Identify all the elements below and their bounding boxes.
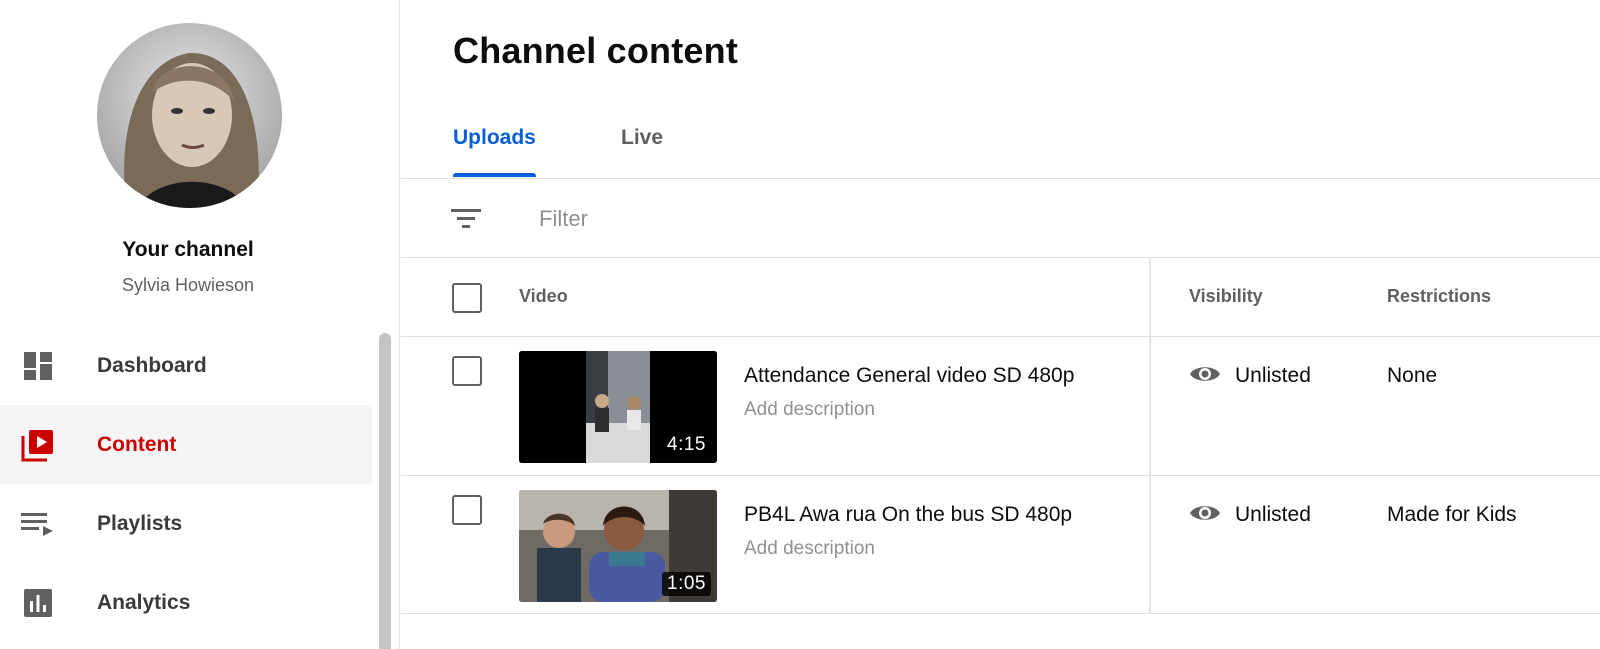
analytics-icon <box>20 585 56 621</box>
divider <box>401 178 1600 179</box>
sidebar: Your channel Sylvia Howieson Dashboard C… <box>0 0 400 649</box>
tab-live[interactable]: Live <box>621 126 663 150</box>
channel-title: Your channel <box>122 238 254 261</box>
playlists-icon <box>20 506 56 542</box>
video-description[interactable]: Add description <box>744 399 875 421</box>
divider <box>401 613 1600 614</box>
column-header-video[interactable]: Video <box>519 286 568 307</box>
divider <box>401 257 1600 258</box>
sidebar-item-label: Playlists <box>97 511 183 535</box>
sidebar-item-content[interactable]: Content <box>0 405 372 484</box>
divider <box>401 475 1600 476</box>
sidebar-item-label: Dashboard <box>97 353 207 377</box>
content-icon <box>20 427 56 463</box>
sidebar-scrollbar[interactable] <box>379 333 391 649</box>
page-title: Channel content <box>453 30 739 71</box>
sidebar-item-label: Content <box>97 432 177 456</box>
visibility-value[interactable]: Unlisted <box>1235 503 1311 527</box>
channel-name: Sylvia Howieson <box>121 275 255 295</box>
column-header-restrictions[interactable]: Restrictions <box>1387 286 1491 307</box>
video-title[interactable]: PB4L Awa rua On the bus SD 480p <box>744 503 1072 527</box>
row-checkbox[interactable] <box>452 495 482 525</box>
video-title[interactable]: Attendance General video SD 480p <box>744 364 1074 388</box>
video-thumbnail[interactable]: 4:15 <box>519 351 717 463</box>
tab-active-indicator <box>453 173 536 177</box>
sidebar-item-analytics[interactable]: Analytics <box>0 563 372 642</box>
column-header-visibility[interactable]: Visibility <box>1189 286 1263 307</box>
sidebar-item-label: Analytics <box>97 590 191 614</box>
divider <box>401 336 1600 337</box>
tab-uploads[interactable]: Uploads <box>453 126 536 150</box>
avatar-image <box>97 23 282 208</box>
eye-icon <box>1189 502 1221 524</box>
select-all-checkbox[interactable] <box>452 283 482 313</box>
visibility-value[interactable]: Unlisted <box>1235 364 1311 388</box>
filter-icon[interactable] <box>449 204 483 234</box>
sidebar-item-playlists[interactable]: Playlists <box>0 484 372 563</box>
video-thumbnail[interactable]: 1:05 <box>519 490 717 602</box>
column-divider <box>1149 258 1151 614</box>
video-duration: 4:15 <box>662 433 711 457</box>
restrictions-value: None <box>1387 364 1438 387</box>
restrictions-value: Made for Kids <box>1387 503 1517 526</box>
filter-input[interactable] <box>539 204 939 234</box>
eye-icon <box>1189 363 1221 385</box>
dashboard-icon <box>20 348 56 384</box>
video-description[interactable]: Add description <box>744 538 875 560</box>
main-content: Channel content Uploads Live Video Visib… <box>401 0 1600 649</box>
sidebar-item-dashboard[interactable]: Dashboard <box>0 326 372 405</box>
avatar[interactable] <box>97 23 282 208</box>
row-checkbox[interactable] <box>452 356 482 386</box>
video-duration: 1:05 <box>662 572 711 596</box>
